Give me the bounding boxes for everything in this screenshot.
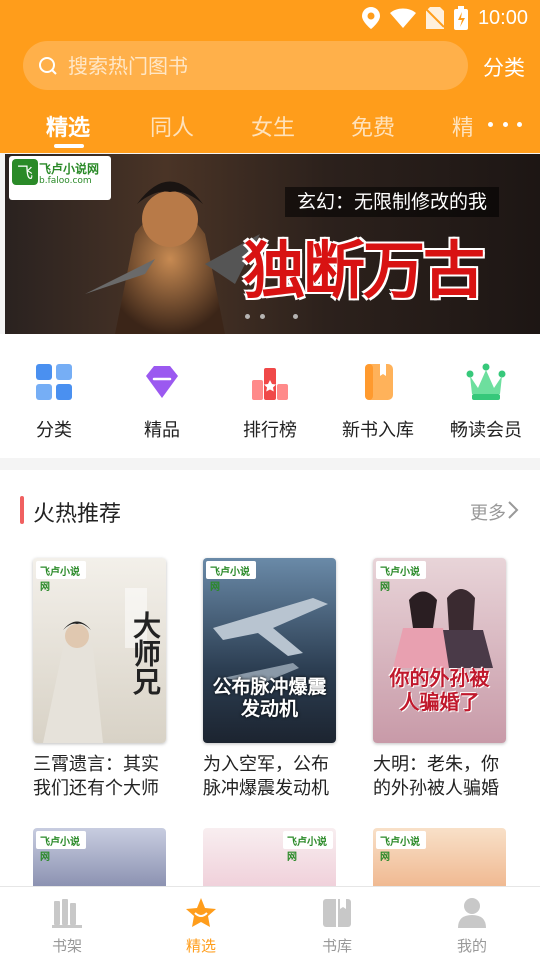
location-icon <box>361 7 380 29</box>
bookshelf-icon <box>52 899 82 928</box>
carousel-dot[interactable] <box>260 314 265 319</box>
status-icons: 10:00 <box>361 5 528 31</box>
search-bar[interactable] <box>23 41 468 90</box>
cover-title: 公布脉冲爆震发动机 <box>212 676 327 720</box>
book-cover-partial[interactable]: 飞卢小说网 <box>203 828 336 888</box>
more-button[interactable]: 更多 <box>470 499 506 525</box>
category-button[interactable]: 分类 <box>483 52 525 82</box>
book-title: 为入空军，公布脉冲爆震发动机 <box>203 754 329 799</box>
bottom-navigation: 书架 精选 书库 我的 <box>0 886 540 961</box>
search-input[interactable] <box>66 52 430 79</box>
carousel-dot[interactable] <box>293 314 298 319</box>
quick-link-label: 新书入库 <box>342 420 414 441</box>
hot-recommend-section: 火热推荐 更多 飞卢小说网 大师兄 三霄遗言：其实我们还有个大师兄 飞卢小说网 … <box>0 470 540 890</box>
svg-text:飞: 飞 <box>17 163 33 182</box>
quick-link-premium[interactable]: 精品 <box>108 362 216 442</box>
tab-overflow: 精 <box>452 110 472 146</box>
tab-featured[interactable]: 精选 <box>46 110 90 142</box>
carousel-dot[interactable] <box>245 314 250 319</box>
nav-library[interactable]: 书库 <box>287 897 387 956</box>
quick-links: 分类 精品 排行榜 新书入库 畅读会员 <box>0 334 540 458</box>
nav-featured[interactable]: 精选 <box>151 897 251 956</box>
cover-couple-art <box>393 589 493 668</box>
nav-bookshelf[interactable]: 书架 <box>17 897 117 956</box>
library-icon <box>323 899 351 927</box>
tab-indicator <box>54 144 84 148</box>
ranking-icon <box>252 368 288 400</box>
cover-title: 大师兄 <box>129 611 162 695</box>
nav-label: 书库 <box>321 937 352 955</box>
quick-link-category[interactable]: 分类 <box>0 362 108 442</box>
cover-badge: 飞卢小说网 <box>376 831 426 863</box>
quick-link-ranking[interactable]: 排行榜 <box>216 362 324 442</box>
section-accent-bar <box>20 496 24 524</box>
book-cover-partial[interactable]: 飞卢小说网 <box>373 828 506 888</box>
banner-warrior-art <box>85 181 260 334</box>
section-title: 火热推荐 <box>33 502 122 527</box>
book-card[interactable]: 飞卢小说网 大师兄 三霄遗言：其实我们还有个大师兄 <box>33 558 183 801</box>
nav-label: 我的 <box>456 937 487 955</box>
nav-label: 精选 <box>185 937 216 955</box>
cover-badge: 飞卢小说网 <box>36 831 86 863</box>
quick-link-label: 畅读会员 <box>450 420 522 441</box>
grid-icon <box>36 364 72 400</box>
banner-title: 独断万古 <box>243 234 485 307</box>
quick-link-label: 分类 <box>36 420 72 441</box>
cover-badge: 飞卢小说网 <box>283 831 333 863</box>
banner-subtitle: 玄幻：无限制修改的我 <box>285 187 500 217</box>
nav-profile[interactable]: 我的 <box>422 897 522 956</box>
more-tabs-button[interactable] <box>488 112 522 136</box>
book-cover: 飞卢小说网 公布脉冲爆震发动机 <box>203 558 336 743</box>
faloo-logo-icon: 飞 <box>12 159 38 185</box>
no-sim-icon <box>425 7 444 29</box>
status-time: 10:00 <box>477 6 528 29</box>
book-cover-partial[interactable]: 飞卢小说网 <box>33 828 166 888</box>
quick-link-vip[interactable]: 畅读会员 <box>432 362 540 442</box>
quick-link-label: 精品 <box>144 420 180 441</box>
book-icon <box>365 364 393 400</box>
book-cover: 飞卢小说网 大师兄 <box>33 558 166 743</box>
chevron-right-icon[interactable] <box>506 500 520 520</box>
battery-icon <box>453 6 468 30</box>
star-icon <box>186 898 216 927</box>
cover-title: 你的外孙被人骗婚了 <box>389 666 490 714</box>
quick-link-label: 排行榜 <box>243 420 297 441</box>
banner-carousel[interactable]: 飞 飞卢小说网 b.faloo.com 玄幻：无限制修改的我 独断万古 <box>5 154 540 334</box>
search-icon <box>39 56 57 75</box>
tab-free[interactable]: 免费 <box>351 110 395 142</box>
carousel-indicators <box>245 314 298 319</box>
book-card[interactable]: 飞卢小说网 公布脉冲爆震发动机 为入空军，公布脉冲爆震发动机 <box>203 558 353 801</box>
tab-partial[interactable]: 精 <box>452 110 472 142</box>
status-bar: 10:00 <box>0 0 540 36</box>
book-cover: 飞卢小说网 你的外孙被人骗婚了 <box>373 558 506 743</box>
crown-icon <box>466 363 506 400</box>
diamond-icon <box>146 366 178 398</box>
tab-female[interactable]: 女生 <box>251 110 295 142</box>
book-card[interactable]: 飞卢小说网 你的外孙被人骗婚了 大明：老朱，你的外孙被人骗婚了 <box>373 558 523 801</box>
wifi-icon <box>389 8 416 28</box>
book-title: 三霄遗言：其实我们还有个大师兄 <box>33 754 159 799</box>
tab-fanfic[interactable]: 同人 <box>150 110 194 142</box>
nav-label: 书架 <box>51 937 82 955</box>
book-title: 大明：老朱，你的外孙被人骗婚了 <box>373 754 499 799</box>
quick-link-new-books[interactable]: 新书入库 <box>324 362 432 442</box>
profile-icon <box>458 898 486 928</box>
app-header: 10:00 分类 精选 同人 女生 免费 精 <box>0 0 540 153</box>
